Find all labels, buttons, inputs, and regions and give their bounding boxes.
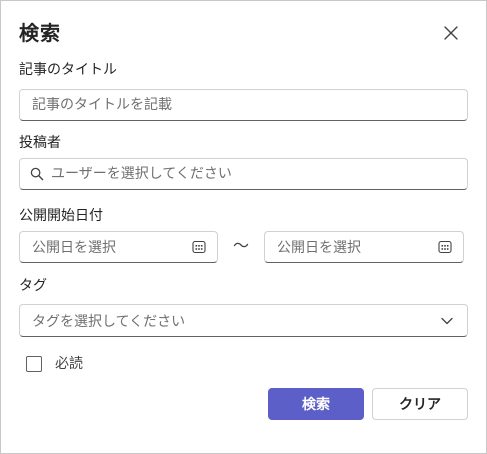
author-picker[interactable] [19, 158, 468, 190]
calendar-icon[interactable] [437, 239, 453, 255]
search-icon [29, 166, 45, 182]
article-title-field[interactable] [19, 89, 468, 121]
clear-button[interactable]: クリア [372, 388, 468, 420]
author-label: 投稿者 [19, 135, 61, 151]
search-button[interactable]: 検索 [268, 388, 364, 420]
calendar-icon[interactable] [191, 239, 207, 255]
tag-dropdown[interactable]: タグを選択してください [19, 304, 468, 337]
publish-date-to-placeholder: 公開日を選択 [277, 240, 361, 256]
close-button[interactable] [441, 23, 461, 43]
dialog-title: 検索 [19, 21, 61, 45]
article-title-label: 記事のタイトル [19, 62, 117, 78]
publish-date-from-picker[interactable]: 公開日を選択 [19, 231, 218, 263]
author-search-input[interactable] [51, 166, 455, 182]
tag-dropdown-placeholder: タグを選択してください [32, 313, 186, 330]
close-icon [444, 26, 458, 40]
date-range-separator: ～ [233, 236, 250, 255]
publish-start-date-label: 公開開始日付 [19, 208, 103, 224]
search-dialog: 検索 記事のタイトル 投稿者 公開開始日付 公開日を選択 [0, 0, 487, 454]
chevron-down-icon [439, 313, 455, 329]
publish-date-from-placeholder: 公開日を選択 [32, 240, 116, 256]
publish-date-to-picker[interactable]: 公開日を選択 [264, 231, 464, 263]
article-title-input[interactable] [32, 97, 455, 113]
required-reading-checkbox[interactable] [26, 356, 42, 372]
tag-label: タグ [19, 278, 47, 294]
required-reading-label: 必読 [55, 356, 83, 372]
